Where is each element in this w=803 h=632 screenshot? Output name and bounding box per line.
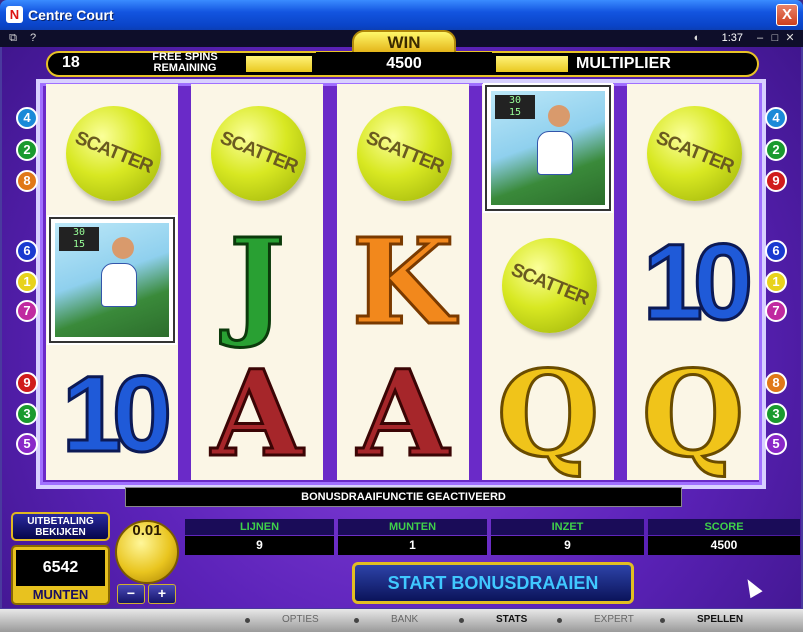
stat-value-bet: 9 [491,536,644,555]
line-marker-left-9[interactable]: 9 [16,372,38,394]
footer-dot-icon [557,618,562,623]
stat-value-coins: 1 [338,536,487,555]
free-spins-count: 18 [62,54,80,71]
line-marker-left-3[interactable]: 3 [16,403,38,425]
stat-value-score: 4500 [648,536,800,555]
line-marker-right-3[interactable]: 3 [765,403,787,425]
tennis-player-icon: 30 15 [55,223,169,337]
line-marker-left-4[interactable]: 4 [16,107,38,129]
player-body [100,262,137,307]
info-bar-accent [496,56,568,72]
win-label: WIN [352,30,456,54]
footer-dot-icon [245,618,250,623]
line-marker-left-6[interactable]: 6 [16,240,38,262]
line-marker-right-4[interactable]: 4 [765,107,787,129]
player-head [548,104,570,127]
line-marker-left-1[interactable]: 1 [16,271,38,293]
scatter-symbol: SCATTER [66,106,161,201]
stat-value-lines: 9 [185,536,334,555]
footer-item-opties[interactable]: OPTIES [282,614,319,625]
clock: 1:37 [721,32,743,44]
tennis-player-icon: 30 15 [491,91,605,205]
scatter-text: SCATTER [217,127,301,178]
app-icon: N [6,6,23,23]
footer-item-bank[interactable]: BANK [391,614,418,625]
footer-item-stats[interactable]: STATS [496,614,527,625]
footer-item-expert[interactable]: EXPERT [594,614,634,625]
help-icon[interactable]: ? [26,31,40,46]
line-marker-left-5[interactable]: 5 [16,433,38,455]
tennis-player-symbol: 30 15 [485,85,611,211]
scatter-text: SCATTER [363,127,447,178]
footer-dot-icon [354,618,359,623]
line-marker-right-2[interactable]: 2 [765,139,787,161]
line-marker-right-6[interactable]: 6 [765,240,787,262]
card-symbol-a: A [210,344,305,483]
close-button[interactable]: X [776,4,798,26]
scoreboard: 30 15 [495,95,535,119]
coin-plus-button[interactable]: + [148,584,176,604]
scatter-symbol: SCATTER [502,238,597,333]
footer-dot-icon [660,618,665,623]
window-icon[interactable]: ⧉ [6,31,20,46]
tennis-player-symbol: 30 15 [49,217,175,343]
player-head [112,236,134,259]
scatter-text: SCATTER [508,259,592,310]
stat-label-lines: LIJNEN [185,519,334,535]
credit-value: 6542 [16,550,105,586]
line-marker-right-5[interactable]: 5 [765,433,787,455]
stat-label-coins: MUNTEN [338,519,487,535]
card-symbol-10: 10 [60,352,173,475]
player-body [536,130,573,175]
window-title: Centre Court [28,7,114,23]
line-marker-right-8[interactable]: 8 [765,372,787,394]
coin-minus-button[interactable]: − [117,584,145,604]
info-bar-accent [246,56,312,72]
scatter-text: SCATTER [72,127,156,178]
card-symbol-j: J [228,212,287,351]
line-marker-left-7[interactable]: 7 [16,300,38,322]
scoreboard: 30 15 [59,227,99,251]
scatter-symbol: SCATTER [211,106,306,201]
coin-value: 0.01 [115,520,179,584]
title-bar[interactable]: N Centre Court X [0,0,803,30]
line-marker-left-2[interactable]: 2 [16,139,38,161]
scatter-symbol: SCATTER [357,106,452,201]
credit-label: MUNTEN [32,587,89,602]
card-symbol-q: Q [640,344,746,483]
footer-dot-icon [459,618,464,623]
stat-label-score: SCORE [648,519,800,535]
line-marker-left-8[interactable]: 8 [16,170,38,192]
line-marker-right-9[interactable]: 9 [765,170,787,192]
maximize-icon[interactable]: □ [769,31,781,46]
win-value: 4500 [316,52,492,75]
scatter-text: SCATTER [653,127,737,178]
sound-icon[interactable]: ◐ [690,31,704,46]
close-icon[interactable]: ✕ [784,31,796,46]
card-symbol-10: 10 [641,220,754,343]
card-symbol-k: K [350,212,456,351]
credit-display: 6542 MUNTEN [11,545,110,605]
message-bar: BONUSDRAAIFUNCTIE GEACTIVEERD [125,487,682,507]
line-marker-right-7[interactable]: 7 [765,300,787,322]
footer-item-spellen[interactable]: SPELLEN [697,614,743,625]
multiplier-label: MULTIPLIER [576,55,671,72]
free-spins-label: FREE SPINS REMAINING [152,51,218,74]
card-symbol-a: A [356,344,451,483]
line-marker-right-1[interactable]: 1 [765,271,787,293]
minimize-icon[interactable]: – [754,31,766,46]
start-bonus-spins-button[interactable]: START BONUSDRAAIEN [352,562,634,604]
stat-label-bet: INZET [491,519,644,535]
card-symbol-q: Q [495,344,601,483]
scatter-symbol: SCATTER [647,106,742,201]
payout-button[interactable]: UITBETALING BEKIJKEN [11,512,110,541]
